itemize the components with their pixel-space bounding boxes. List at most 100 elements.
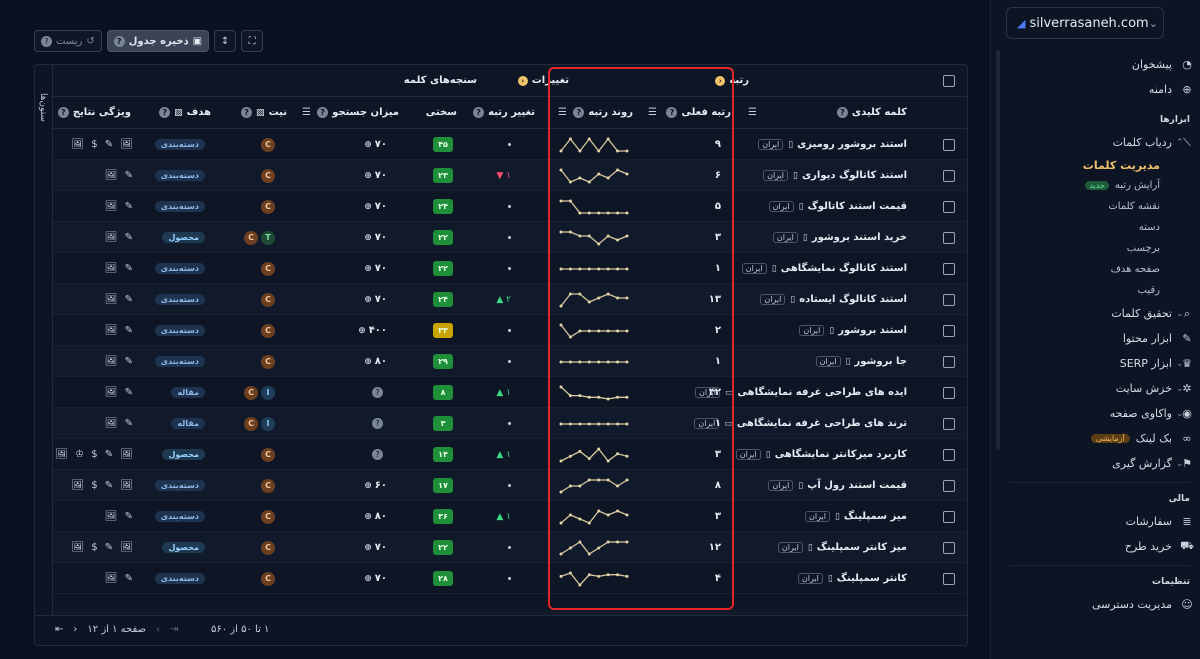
zoom-icon[interactable]: ⊕ bbox=[364, 512, 372, 522]
sidebar-subitem[interactable]: صفحه هدف bbox=[1000, 259, 1200, 280]
sidebar-subitem[interactable]: نقشه کلمات bbox=[1000, 196, 1200, 217]
sidebar-subitem[interactable]: دسته bbox=[1000, 217, 1200, 238]
target-cell[interactable]: دسته‌بندی bbox=[154, 470, 205, 501]
sidebar-item[interactable]: ◔ پیشخوان bbox=[1000, 52, 1200, 77]
keyword-cell[interactable]: استند بروشور ▯ ایران bbox=[799, 315, 907, 346]
sidebar-item[interactable]: ♛ ابزار SERP ⌄ bbox=[1000, 351, 1200, 376]
target-cell[interactable]: دسته‌بندی bbox=[154, 253, 205, 284]
target-cell[interactable]: محصول bbox=[162, 532, 205, 563]
zoom-icon[interactable]: ⊕ bbox=[364, 574, 372, 584]
sidebar-item[interactable]: ⊕ دامنه bbox=[1000, 77, 1200, 102]
target-cell[interactable]: دسته‌بندی bbox=[154, 501, 205, 532]
col-current-rank[interactable]: رتبه فعلی? bbox=[666, 97, 731, 128]
keyword-cell[interactable]: کانتر سمپلینگ ▯ ایران bbox=[797, 563, 907, 594]
target-cell[interactable]: مقاله bbox=[171, 408, 205, 439]
keyword-cell[interactable]: ترند های طراحی غرفه نمایشگاهی ▭ ایران bbox=[694, 408, 907, 439]
target-cell[interactable]: دسته‌بندی bbox=[154, 346, 205, 377]
sidebar-item[interactable]: ∞ بک لینک آزمایشی bbox=[1000, 426, 1200, 451]
row-checkbox[interactable] bbox=[943, 408, 955, 439]
row-checkbox[interactable] bbox=[943, 284, 955, 315]
sidebar-subitem[interactable]: مدیریت کلمات bbox=[1000, 155, 1200, 175]
table-row[interactable]: قیمت استند کاتالوگ ▯ ایران ۵ ۲۴ ۷۰⊕ C دسته‌بندی… bbox=[53, 191, 967, 222]
table-row[interactable]: جا بروشور ▯ ایران ۱ ۲۹ ۸۰⊕ C دسته‌بندی ✎ 🖼 bbox=[53, 346, 967, 377]
target-cell[interactable]: محصول bbox=[162, 439, 205, 470]
target-cell[interactable]: محصول bbox=[162, 222, 205, 253]
row-checkbox[interactable] bbox=[943, 439, 955, 470]
zoom-icon[interactable]: ⊕ bbox=[364, 264, 372, 274]
row-checkbox[interactable] bbox=[943, 470, 955, 501]
target-cell[interactable]: دسته‌بندی bbox=[154, 563, 205, 594]
sidebar-item[interactable]: ⛟ خرید طرح bbox=[1000, 534, 1200, 559]
sidebar-item[interactable]: ⌕ تحقیق کلمات ⌄ bbox=[1000, 301, 1200, 326]
row-checkbox[interactable] bbox=[943, 253, 955, 284]
row-checkbox[interactable] bbox=[943, 563, 955, 594]
row-checkbox[interactable] bbox=[943, 377, 955, 408]
zoom-icon[interactable]: ⊕ bbox=[364, 543, 372, 553]
prev-page-button[interactable]: ‹ bbox=[156, 624, 160, 635]
target-cell[interactable]: دسته‌بندی bbox=[154, 160, 205, 191]
zoom-icon[interactable]: ⊕ bbox=[364, 202, 372, 212]
target-cell[interactable]: دسته‌بندی bbox=[154, 284, 205, 315]
zoom-icon[interactable]: ⊕ bbox=[364, 481, 372, 491]
col-menu-icon[interactable]: ☰ bbox=[558, 97, 567, 128]
row-checkbox[interactable] bbox=[943, 315, 955, 346]
row-checkbox[interactable] bbox=[943, 191, 955, 222]
row-checkbox[interactable] bbox=[943, 222, 955, 253]
site-selector[interactable]: ◢ silverrasaneh.com ⌄ bbox=[1006, 7, 1164, 39]
table-row[interactable]: ترند های طراحی غرفه نمایشگاهی ▭ ایران ۱ ۳? I C… bbox=[53, 408, 967, 439]
sidebar-subitem[interactable]: آرایش رتبه جدید bbox=[1000, 175, 1200, 196]
row-checkbox[interactable] bbox=[943, 129, 955, 160]
select-all-checkbox[interactable] bbox=[943, 65, 955, 96]
zoom-icon[interactable]: ⊕ bbox=[364, 233, 372, 243]
reset-button[interactable]: ? ریست ↺ bbox=[34, 30, 102, 52]
fullscreen-button[interactable]: ⛶ bbox=[241, 30, 264, 52]
save-table-button[interactable]: ? ذخیره جدول ▣ bbox=[106, 30, 210, 52]
last-page-button[interactable]: ⇥ bbox=[170, 624, 178, 635]
table-row[interactable]: میز سمپلینگ ▯ ایران ۳ ۱ ▲ ۳۶ ۸۰⊕ C دسته‌بندی ✎ 🖼 bbox=[53, 501, 967, 532]
target-cell[interactable]: مقاله bbox=[171, 377, 205, 408]
table-row[interactable]: استند کاتالوگ دیواری ▯ ایران ۶ ۱ ▼ ۲۳ ۷۰⊕ C دسته… bbox=[53, 160, 967, 191]
zoom-icon[interactable]: ⊕ bbox=[364, 295, 372, 305]
sidebar-item[interactable]: ≣ سفارشات bbox=[1000, 509, 1200, 534]
keyword-cell[interactable]: استند کاتالوگ ایستاده ▯ ایران bbox=[760, 284, 907, 315]
first-page-button[interactable]: ⇤ bbox=[55, 624, 63, 635]
keyword-cell[interactable]: استند کاتالوگ دیواری ▯ ایران bbox=[763, 160, 907, 191]
table-row[interactable]: استند بروشور ▯ ایران ۲ ۳۳ ۴۰۰⊕ C دسته‌بندی ✎ 🖼 bbox=[53, 315, 967, 346]
keyword-cell[interactable]: ایده های طراحی غرفه نمایشگاهی ▭ ایران bbox=[695, 377, 907, 408]
col-keyword[interactable]: کلمه کلیدی? bbox=[836, 97, 907, 128]
keyword-cell[interactable]: میز کانتر سمپلینگ ▯ ایران bbox=[777, 532, 907, 563]
col-menu-icon[interactable]: ☰ bbox=[302, 97, 311, 128]
col-rank-trend[interactable]: روند رتبه? bbox=[573, 97, 633, 128]
table-row[interactable]: کانتر سمپلینگ ▯ ایران ۴ ۲۸ ۷۰⊕ C دسته‌بندی ✎ 🖼 bbox=[53, 563, 967, 594]
sidebar-item[interactable]: ⚑ گزارش گیری ⌄ bbox=[1000, 451, 1200, 476]
sidebar-subitem[interactable]: رقیب bbox=[1000, 280, 1200, 301]
col-difficulty[interactable]: سختی bbox=[426, 97, 457, 128]
sidebar-item[interactable]: ◉ واکاوی صفحه ⌄ bbox=[1000, 401, 1200, 426]
col-serp-features[interactable]: ویژگی نتایج? bbox=[57, 97, 131, 128]
zoom-icon[interactable]: ⊕ bbox=[358, 326, 366, 336]
keyword-cell[interactable]: خرید استند بروشور ▯ ایران bbox=[772, 222, 907, 253]
col-menu-icon[interactable]: ☰ bbox=[748, 97, 757, 128]
table-row[interactable]: کاربرد میزکانتر نمایشگاهی ▯ ایران ۳ ۱ ▲ ۱۴? C م… bbox=[53, 439, 967, 470]
target-cell[interactable]: دسته‌بندی bbox=[154, 191, 205, 222]
table-row[interactable]: قیمت استند رول آپ ▯ ایران ۸ ۱۷ ۶۰⊕ C دسته‌بندی 🖼… bbox=[53, 470, 967, 501]
col-search-volume[interactable]: میزان جستجو? bbox=[317, 97, 399, 128]
table-row[interactable]: استند بروشور رومیزی ▯ ایران ۹ ۴۵ ۷۰⊕ C دسته‌بند… bbox=[53, 129, 967, 160]
columns-panel-tab[interactable]: ستون‌ها bbox=[35, 65, 53, 645]
col-menu-icon[interactable]: ☰ bbox=[648, 97, 657, 128]
sidebar-item[interactable]: ☺ مدیریت دسترسی bbox=[1000, 592, 1200, 617]
sidebar-item-keyword-tracker[interactable]: ⟋ ردیاب کلمات ⌃ bbox=[1000, 130, 1200, 155]
keyword-cell[interactable]: میز سمپلینگ ▯ ایران bbox=[804, 501, 907, 532]
table-row[interactable]: استند کاتالوگ نمایشگاهی ▯ ایران ۱ ۲۲ ۷۰⊕ C دسته… bbox=[53, 253, 967, 284]
next-page-button[interactable]: › bbox=[73, 624, 77, 635]
keyword-cell[interactable]: جا بروشور ▯ ایران bbox=[815, 346, 907, 377]
keyword-cell[interactable]: قیمت استند رول آپ ▯ ایران bbox=[768, 470, 907, 501]
row-height-button[interactable]: ↕ bbox=[214, 30, 237, 52]
keyword-cell[interactable]: کاربرد میزکانتر نمایشگاهی ▯ ایران bbox=[735, 439, 907, 470]
zoom-icon[interactable]: ⊕ bbox=[364, 171, 372, 181]
table-row[interactable]: استند کاتالوگ ایستاده ▯ ایران ۱۳ ۲ ▲ ۲۴ ۷۰⊕ C دس… bbox=[53, 284, 967, 315]
table-row[interactable]: ایده های طراحی غرفه نمایشگاهی ▭ ایران ۴۲ ۱ ▲… bbox=[53, 377, 967, 408]
col-rank-change[interactable]: تغییر رتبه? bbox=[473, 97, 535, 128]
keyword-cell[interactable]: استند بروشور رومیزی ▯ ایران bbox=[758, 129, 907, 160]
table-row[interactable]: خرید استند بروشور ▯ ایران ۳ ۲۲ ۷۰⊕ T C محصول ✎ 🖼 bbox=[53, 222, 967, 253]
